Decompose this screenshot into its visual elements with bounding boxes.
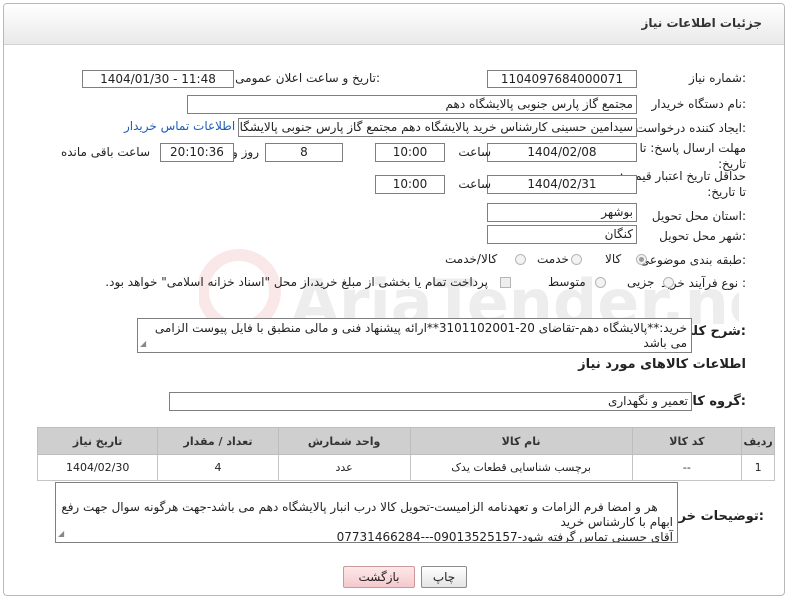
panel-header: جزئیات اطلاعات نیاز <box>4 4 784 45</box>
announce-datetime-field: 1404/01/30 - 11:48 <box>82 70 234 88</box>
process-radio-minor[interactable] <box>663 277 674 288</box>
goods-group-label: گروه کالا: <box>682 394 746 409</box>
remaining-label: ساعت باقی مانده <box>60 145 150 159</box>
col-header-date: تاریخ نیاز <box>36 427 159 455</box>
province-label: استان محل تحویل: <box>651 209 746 223</box>
days-label: روز و <box>232 145 259 159</box>
validity-date-field: 1404/02/31 <box>487 175 637 194</box>
reply-time-label: ساعت <box>458 145 491 159</box>
buyer-org-label: نام دستگاه خریدار: <box>651 97 747 111</box>
category-radio-goods[interactable] <box>636 254 647 265</box>
process-medium-label: متوسط <box>548 275 586 289</box>
col-header-row-no: ردیف <box>741 427 775 455</box>
resize-grip-icon: ◢ <box>58 529 65 538</box>
col-header-unit: واحد شمارش <box>277 427 411 455</box>
city-field: کنگان <box>487 225 637 244</box>
city-label: شهر محل تحویل: <box>659 229 746 243</box>
reply-time-field: 10:00 <box>375 143 445 162</box>
need-number-label: شماره نیاز: <box>688 71 746 85</box>
col-header-code: کد کالا <box>631 427 743 455</box>
col-header-qty: تعداد / مقدار <box>157 427 279 455</box>
cell-name: برچسب شناسایی قطعات یدک <box>409 454 633 481</box>
cell-date: 1404/02/30 <box>36 454 159 481</box>
announce-datetime-label: تاریخ و ساعت اعلان عمومی: <box>235 71 380 85</box>
table-row: 1 -- برچسب شناسایی قطعات یدک عدد 4 1404/… <box>36 454 775 481</box>
category-service-label: خدمت <box>537 252 569 266</box>
buyer-contact-link[interactable]: اطلاعات تماس خریدار <box>124 119 235 133</box>
goods-group-field: تعمیر و نگهداری <box>169 392 692 411</box>
cell-unit: عدد <box>277 454 411 481</box>
main-panel: جزئیات اطلاعات نیاز AriaTender.neT شماره… <box>3 3 785 596</box>
requester-field: سیدامین حسینی کارشناس خرید پالایشگاه دهم… <box>238 118 637 137</box>
remaining-time-field: 20:10:36 <box>160 143 234 162</box>
validity-time-field: 10:00 <box>375 175 445 194</box>
payment-note: پرداخت تمام یا بخشی از مبلغ خرید،از محل … <box>105 275 488 289</box>
col-header-name: نام کالا <box>409 427 633 455</box>
buyer-notes-text: هر و امضا فرم الزامات و تعهدنامه الزامیس… <box>61 500 673 543</box>
process-radio-medium[interactable] <box>595 277 606 288</box>
category-goods-service-label: کالا/خدمت <box>445 252 498 266</box>
goods-table: ردیف کد کالا نام کالا واحد شمارش تعداد /… <box>36 427 775 481</box>
days-field: 8 <box>265 143 343 162</box>
cell-row-no: 1 <box>741 454 775 481</box>
requester-label: ایجاد کننده درخواست: <box>635 121 746 135</box>
resize-grip-icon: ◢ <box>140 339 147 348</box>
reply-date-field: 1404/02/08 <box>487 143 637 162</box>
category-label: طبقه بندی موضوعی: <box>639 253 746 267</box>
cell-qty: 4 <box>157 454 279 481</box>
category-radio-service[interactable] <box>571 254 582 265</box>
description-text: خرید:**پالایشگاه دهم-تقاضای 20-310110200… <box>154 321 687 350</box>
print-button[interactable]: چاپ <box>421 566 467 588</box>
back-button[interactable]: بازگشت <box>343 566 415 588</box>
validity-time-label: ساعت <box>458 177 491 191</box>
province-field: بوشهر <box>487 203 637 222</box>
category-radio-goods-service[interactable] <box>515 254 526 265</box>
buyer-notes-textarea[interactable]: هر و امضا فرم الزامات و تعهدنامه الزامیس… <box>55 482 678 543</box>
process-minor-label: جزیی <box>627 275 655 289</box>
goods-info-heading: اطلاعات کالاهای مورد نیاز <box>578 357 746 372</box>
cell-code: -- <box>631 454 743 481</box>
description-textarea[interactable]: خرید:**پالایشگاه دهم-تقاضای 20-310110200… <box>137 318 692 353</box>
treasury-checkbox[interactable] <box>500 277 511 288</box>
category-goods-label: کالا <box>605 252 622 266</box>
table-header-row: ردیف کد کالا نام کالا واحد شمارش تعداد /… <box>36 427 775 455</box>
buyer-org-field: مجتمع گاز پارس جنوبی پالایشگاه دهم <box>187 95 637 114</box>
panel-title: جزئیات اطلاعات نیاز <box>641 16 762 30</box>
need-number-field: 1104097684000071 <box>487 70 637 88</box>
